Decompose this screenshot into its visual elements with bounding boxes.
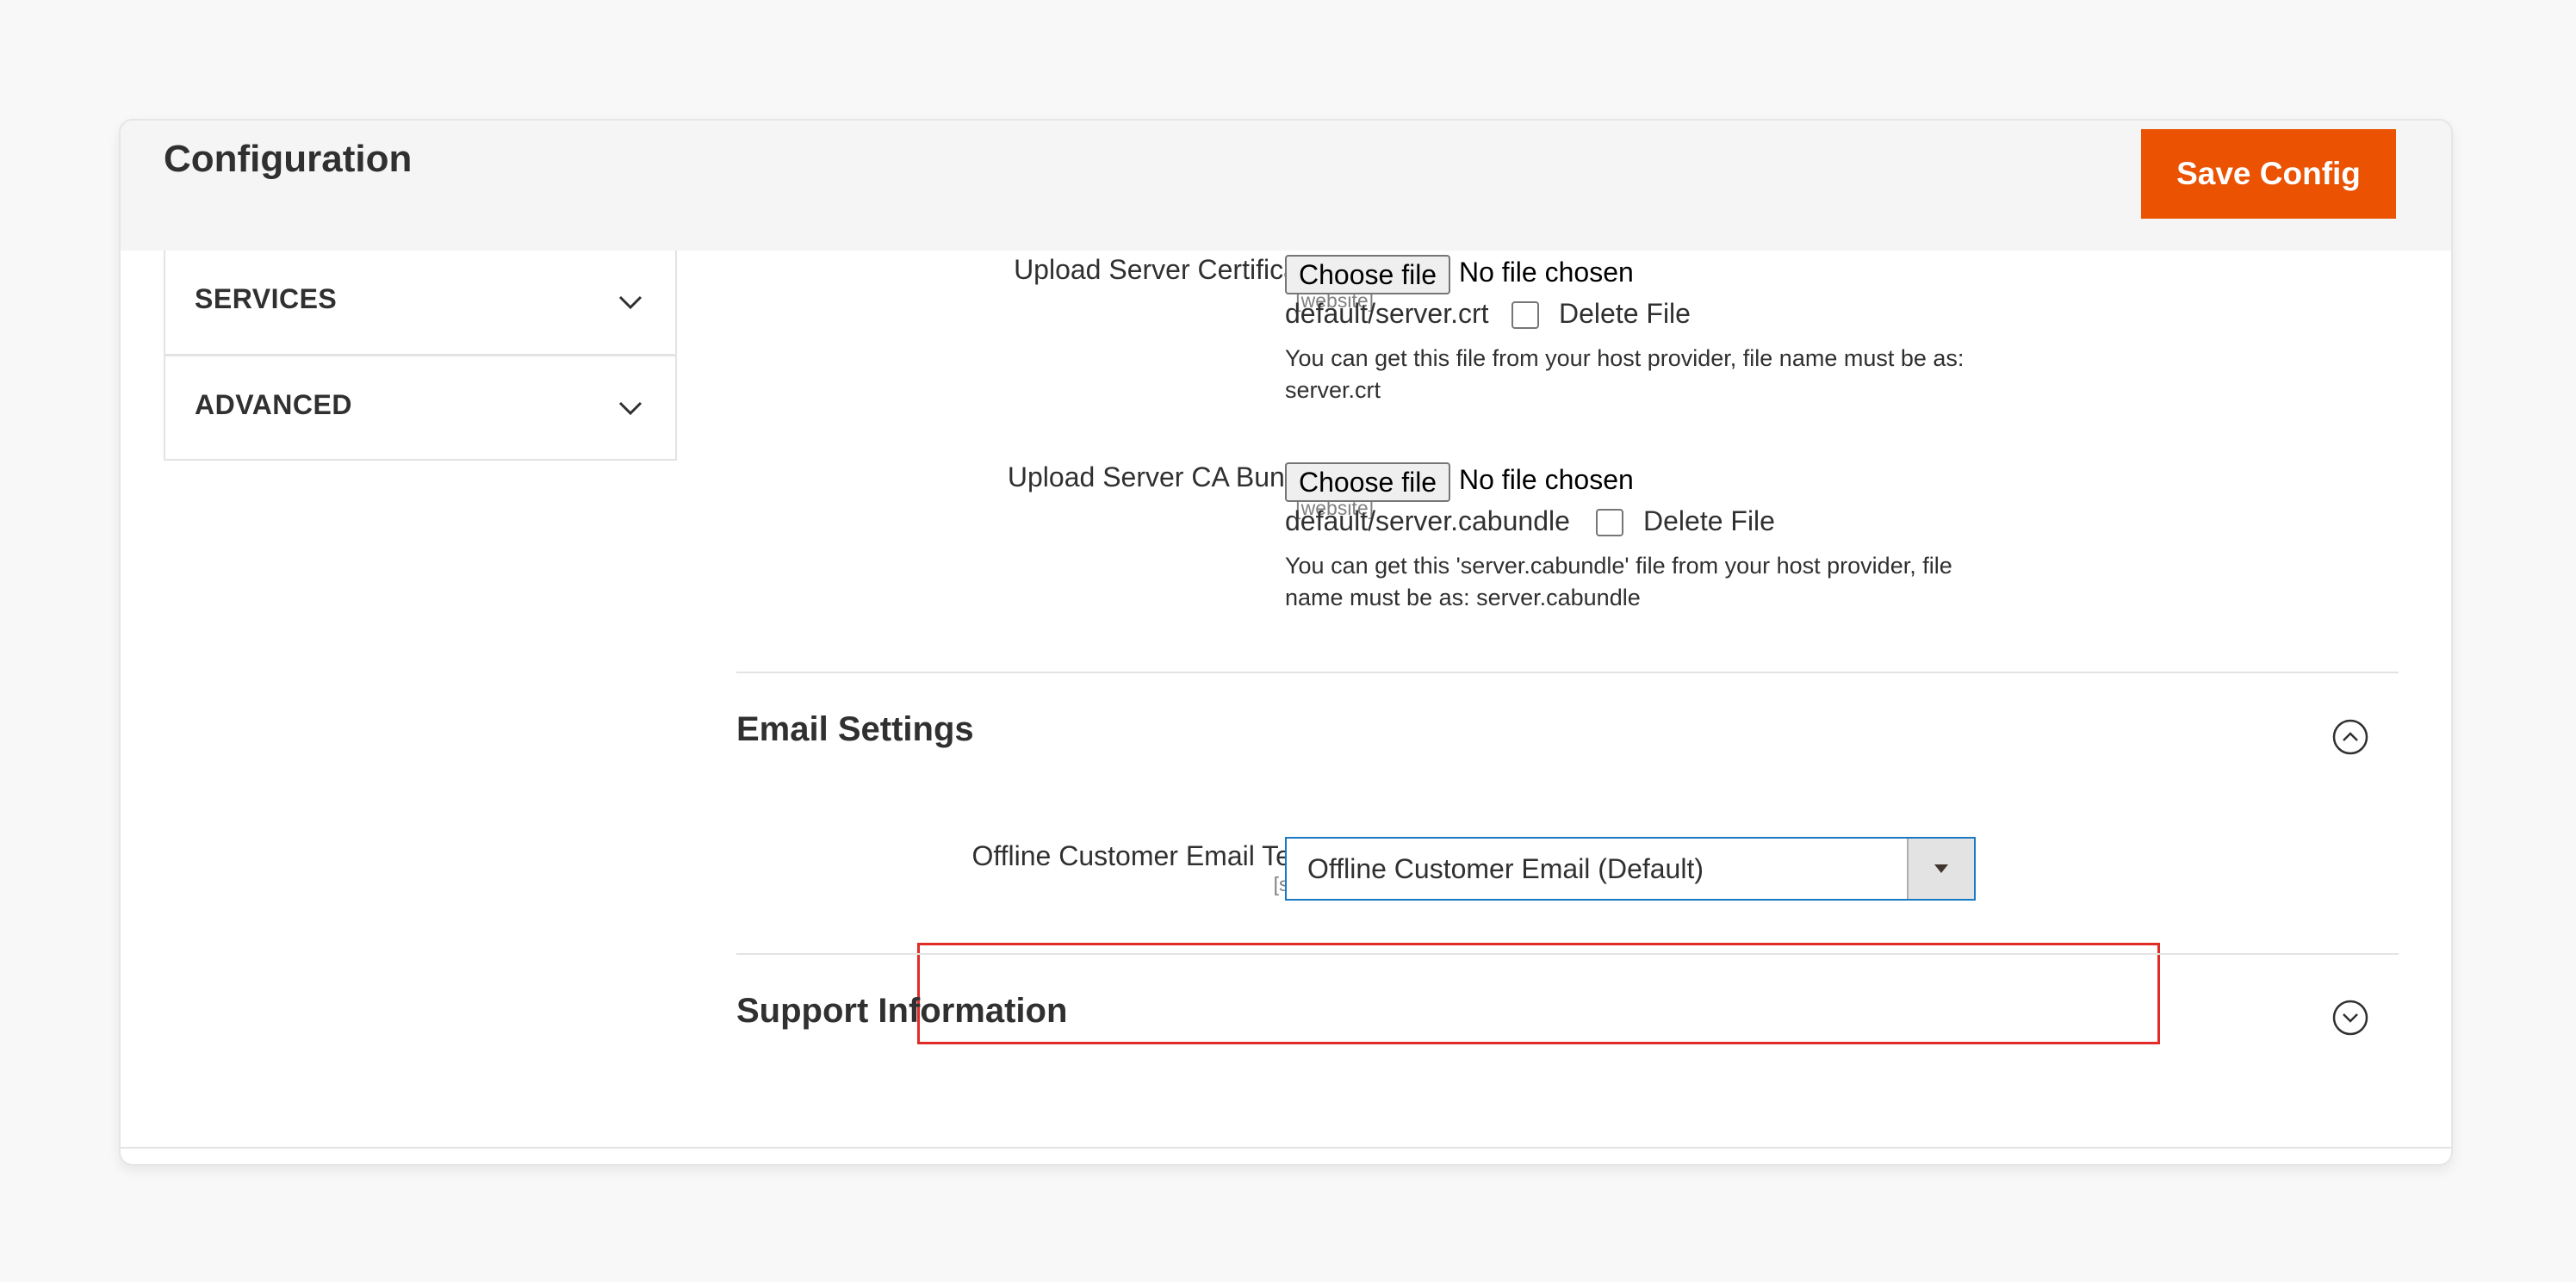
page-title: Configuration bbox=[164, 138, 413, 180]
ca-choose-file-button[interactable]: Choose file bbox=[1285, 462, 1451, 502]
ca-no-file-text: No file chosen bbox=[1459, 464, 1634, 495]
panel-footer-divider bbox=[121, 1147, 2451, 1149]
cert-no-file-text: No file chosen bbox=[1459, 257, 1634, 288]
ca-delete-label: Delete File bbox=[1643, 505, 1775, 536]
highlight-box bbox=[917, 943, 2160, 1044]
support-information-title[interactable]: Support Information bbox=[736, 992, 1067, 1031]
sidebar-tab-advanced[interactable]: ADVANCED bbox=[164, 356, 677, 461]
ca-note: You can get this 'server.cabundle' file … bbox=[1285, 553, 1952, 610]
email-template-label: Offline Customer Email Template bbox=[971, 840, 1374, 871]
ca-current-file: default/server.cabundle bbox=[1285, 505, 1570, 536]
email-settings-title[interactable]: Email Settings bbox=[736, 710, 974, 749]
email-template-scope: [store view] bbox=[121, 873, 1374, 896]
save-config-button[interactable]: Save Config bbox=[2141, 129, 2396, 219]
dropdown-arrow-icon[interactable] bbox=[1907, 839, 1974, 899]
email-template-selected-value: Offline Customer Email (Default) bbox=[1307, 853, 1704, 884]
cert-delete-checkbox[interactable] bbox=[1511, 301, 1539, 329]
expand-circle-icon[interactable] bbox=[2331, 999, 2369, 1037]
cert-choose-file-button[interactable]: Choose file bbox=[1285, 255, 1451, 294]
cert-scope-label: [website] bbox=[1295, 289, 1374, 312]
configuration-panel: Configuration Save Config SERVICES ADVAN… bbox=[119, 119, 2453, 1166]
cert-current-file: default/server.crt bbox=[1285, 298, 1489, 329]
sidebar-tab-label: ADVANCED bbox=[195, 389, 352, 420]
cert-note: You can get this file from your host pro… bbox=[1285, 345, 1965, 403]
email-template-select[interactable]: Offline Customer Email (Default) bbox=[1285, 837, 1976, 901]
cert-delete-label: Delete File bbox=[1559, 298, 1691, 329]
page-header: Configuration Save Config bbox=[121, 121, 2451, 251]
cert-field-label: Upload Server Certificate File bbox=[1014, 254, 1374, 285]
collapse-circle-icon[interactable] bbox=[2331, 718, 2369, 756]
section-divider bbox=[736, 953, 2399, 955]
ca-delete-checkbox[interactable] bbox=[1596, 509, 1623, 536]
ca-field-label: Upload Server CA Bundle File bbox=[1007, 461, 1374, 492]
section-divider bbox=[736, 672, 2399, 673]
chevron-down-icon bbox=[618, 401, 642, 416]
ca-scope-label: [website] bbox=[1295, 497, 1374, 519]
